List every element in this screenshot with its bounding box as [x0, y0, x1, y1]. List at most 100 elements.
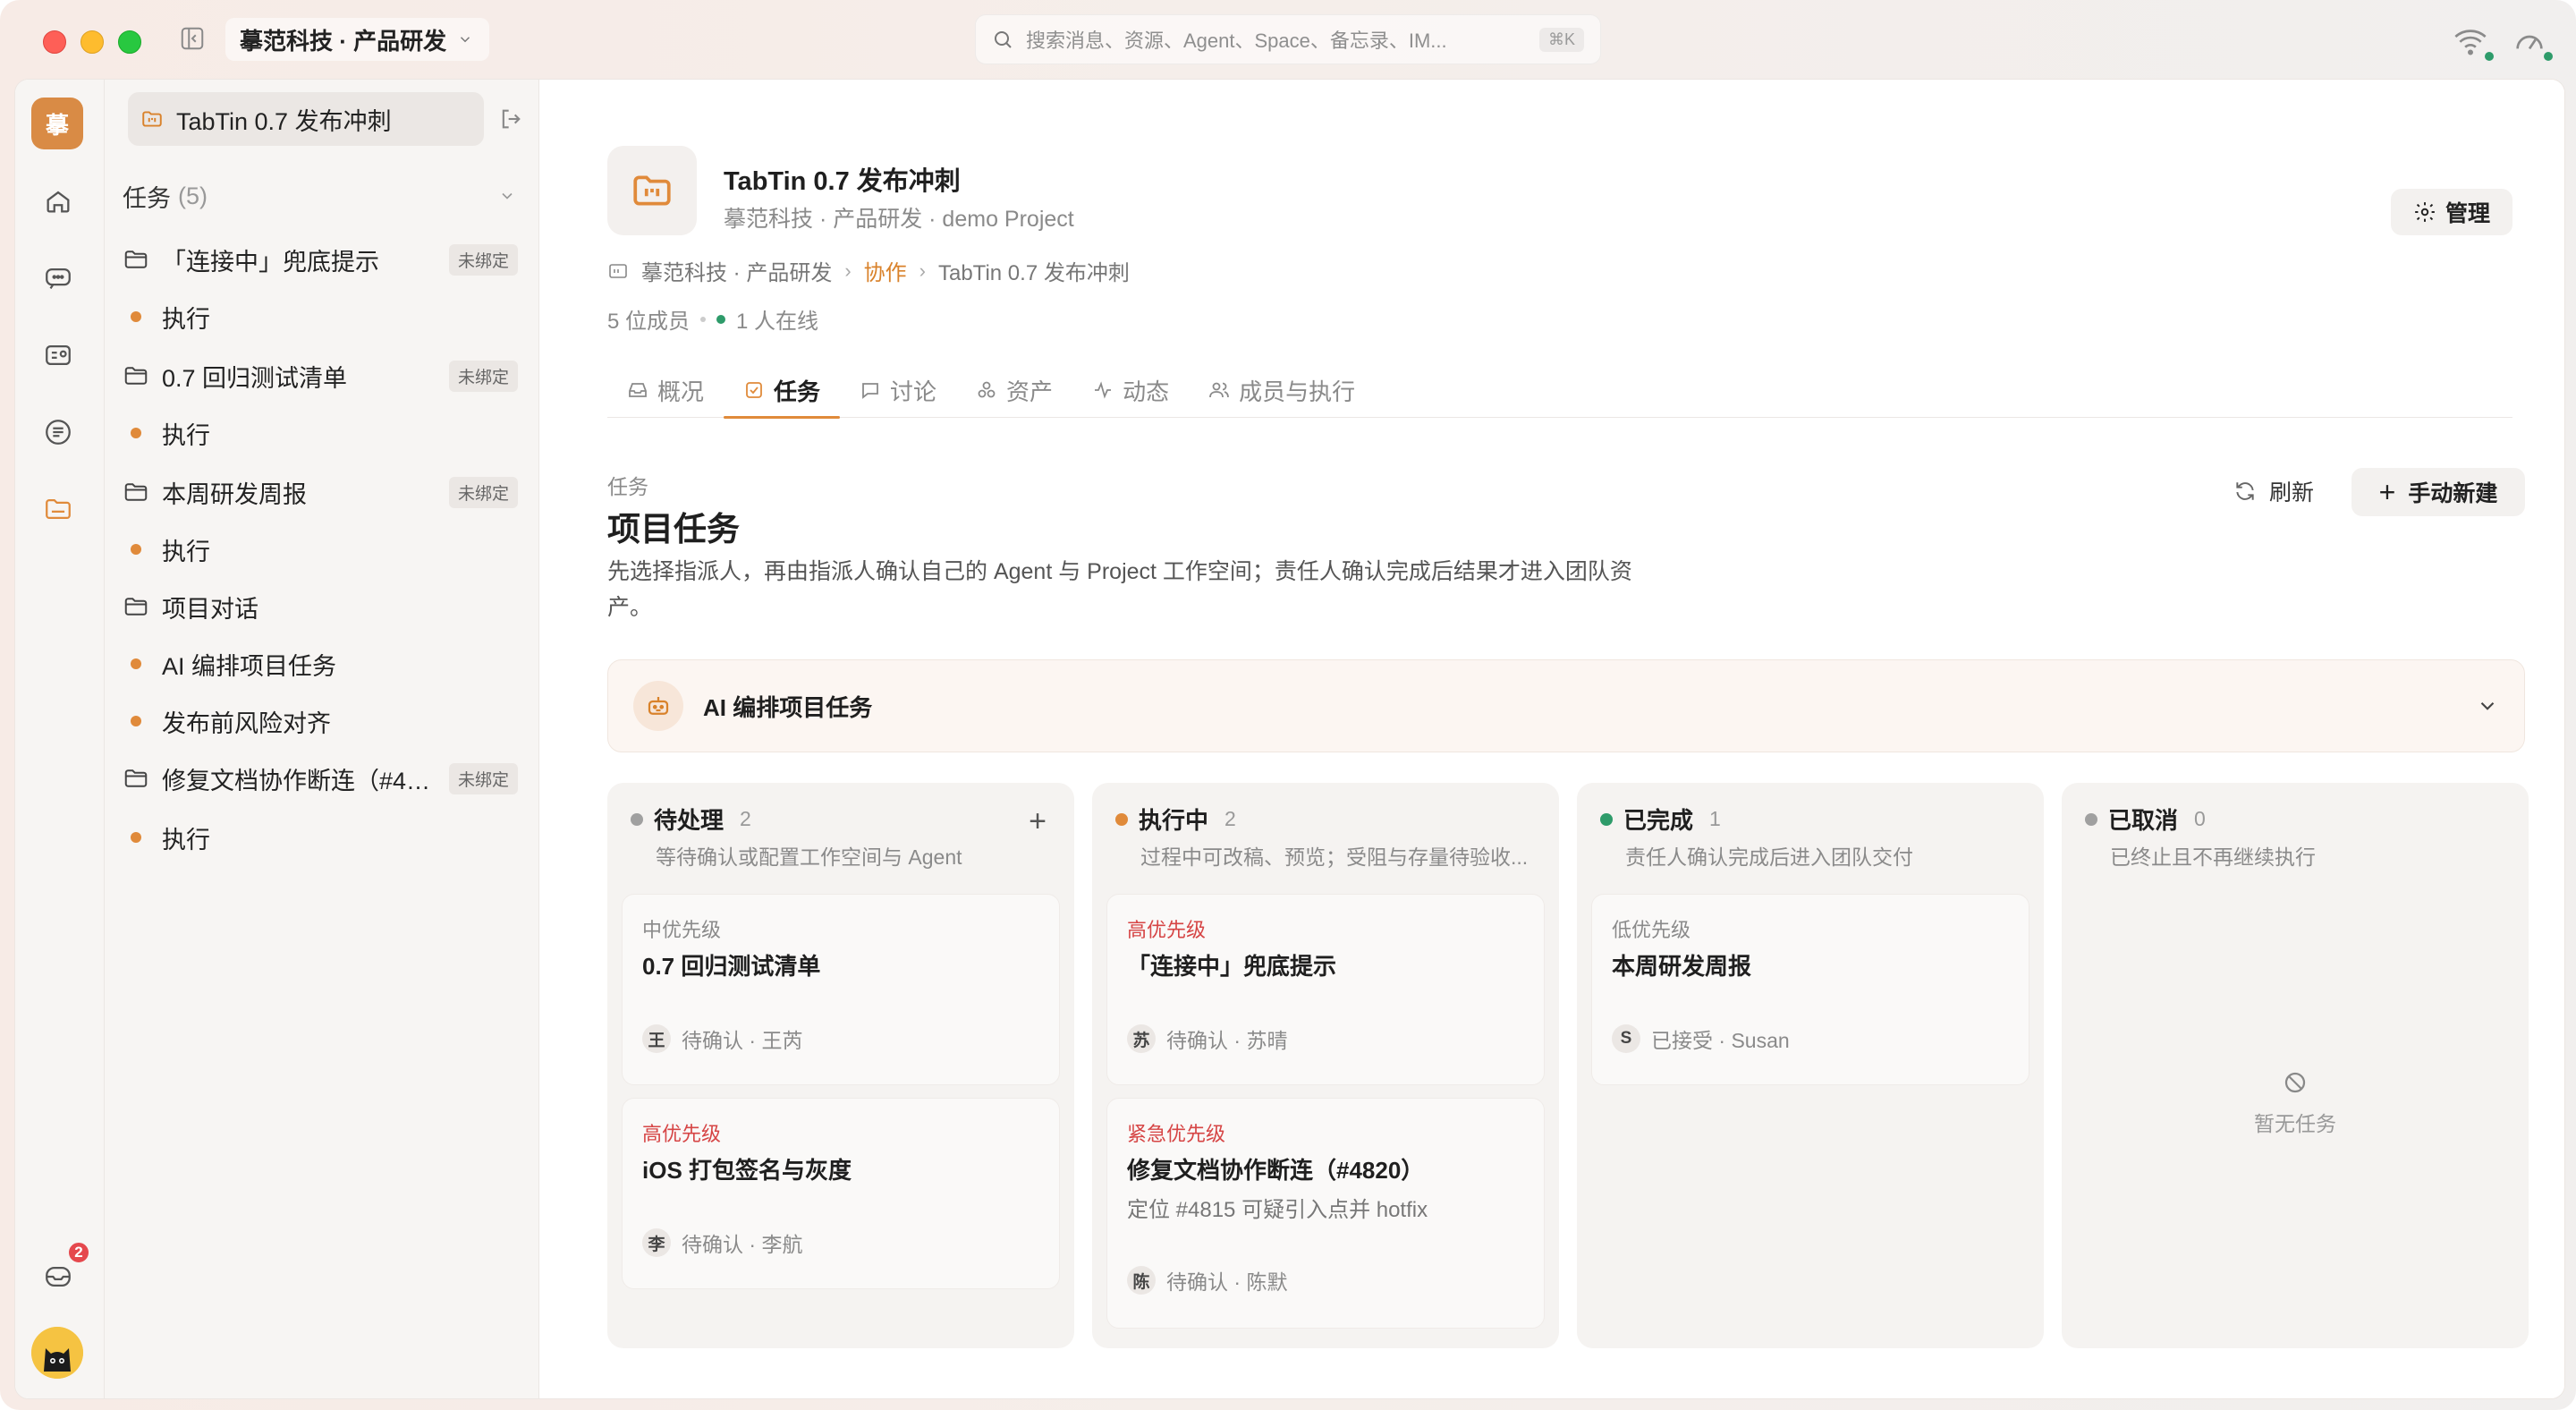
column-count: 1 [1709, 807, 1721, 830]
column-status-dot [1115, 812, 1128, 826]
workspace-switcher[interactable]: 摹范科技 · 产品研发 [225, 18, 490, 61]
home-icon[interactable] [35, 178, 81, 225]
ai-orchestrate-panel[interactable]: AI 编排项目任务 [607, 659, 2525, 752]
manage-button[interactable]: 管理 [2391, 189, 2512, 235]
task-folder-item[interactable]: 「连接中」兜底提示 未绑定 [123, 237, 518, 282]
global-search-input[interactable]: 搜索消息、资源、Agent、Space、备忘录、IM... ⌘K [975, 14, 1601, 64]
task-run-item[interactable]: 发布前风险对齐 [123, 699, 518, 743]
assignee-status: 待确认 · 李航 [682, 1233, 803, 1256]
assignee: 王 待确认 · 王芮 [642, 1024, 802, 1054]
task-folder-item[interactable]: 项目对话 [123, 584, 518, 629]
avatar: 陈 [1127, 1266, 1156, 1295]
inbox-badge: 2 [67, 1241, 90, 1264]
add-task-icon[interactable]: + [1024, 806, 1051, 837]
column-count: 2 [1224, 807, 1236, 830]
new-task-button[interactable]: + 手动新建 [2351, 468, 2525, 516]
task-run-item[interactable]: 执行 [123, 815, 518, 860]
breadcrumb-project: TabTin 0.7 发布冲刺 [937, 261, 1130, 285]
unbound-tag: 未绑定 [448, 476, 518, 508]
members-icon [1209, 382, 1229, 398]
tab-assets-label: 资产 [1006, 378, 1054, 405]
task-run-label: AI 编排项目任务 [162, 652, 337, 680]
tab-tasks[interactable]: 任务 [724, 362, 841, 419]
task-card[interactable]: 紧急优先级 修复文档协作断连（#4820） 定位 #4815 可疑引入点并 ho… [1106, 1098, 1545, 1329]
column-name: 执行中 [1139, 807, 1209, 834]
task-card[interactable]: 中优先级 0.7 回归测试清单 王 待确认 · 王芮 [622, 894, 1060, 1085]
tab-activity-label: 动态 [1123, 378, 1170, 405]
breadcrumb-separator: › [844, 259, 852, 282]
run-status-dot [131, 428, 141, 438]
task-title: iOS 打包签名与灰度 [642, 1157, 852, 1184]
user-avatar[interactable] [31, 1327, 83, 1379]
task-folder-label: 0.7 回归测试清单 [162, 364, 348, 392]
task-folder-item[interactable]: 本周研发周报 未绑定 [123, 470, 518, 514]
breadcrumb-collab[interactable]: 协作 [864, 255, 907, 286]
priority-label: 低优先级 [1612, 919, 1691, 941]
task-title: 本周研发周报 [1612, 953, 1752, 980]
plus-icon: + [2378, 476, 2396, 508]
task-card[interactable]: 高优先级 「连接中」兜底提示 苏 待确认 · 苏晴 [1106, 894, 1545, 1085]
kanban-column-pending: 待处理 2 等待确认或配置工作空间与 Agent + 中优先级 0.7 回归测试… [607, 783, 1074, 1348]
wifi-icon[interactable] [2453, 23, 2488, 59]
column-description: 过程中可改稿、预览；受阻与存量待验收... [1140, 845, 1529, 869]
close-window-button[interactable] [43, 30, 66, 54]
empty-state: 暂无任务 [2062, 1069, 2529, 1137]
tab-discussion-label: 讨论 [890, 378, 937, 405]
tab-activity[interactable]: 动态 [1072, 362, 1189, 418]
zoom-window-button[interactable] [118, 30, 141, 54]
task-folder-item[interactable]: 修复文档协作断连（#4… 未绑定 [123, 756, 518, 801]
member-count[interactable]: 5 位成员 [607, 303, 690, 335]
contacts-icon[interactable] [35, 332, 81, 378]
refresh-icon [2236, 482, 2254, 500]
connection-status-dot [2485, 52, 2494, 61]
column-description: 等待确认或配置工作空间与 Agent [656, 845, 962, 869]
online-dot [716, 314, 726, 324]
projects-icon[interactable] [35, 486, 81, 532]
tab-assets[interactable]: 资产 [956, 362, 1072, 418]
column-header: 已取消 0 [2085, 803, 2206, 836]
manage-label: 管理 [2445, 201, 2490, 226]
column-status-dot [631, 812, 643, 826]
main-panel: TabTin 0.7 发布冲刺 摹范科技 · 产品研发 · demo Proje… [539, 80, 2564, 1398]
workspace-avatar[interactable]: 摹 [31, 98, 83, 149]
gauge-icon[interactable] [2512, 23, 2547, 59]
task-card[interactable]: 低优先级 本周研发周报 S 已接受 · Susan [1591, 894, 2029, 1085]
task-folder-label: 修复文档协作断连（#4… [162, 767, 431, 794]
section-kicker: 任务 [607, 475, 648, 498]
task-run-label: 执行 [162, 305, 210, 333]
tab-members-label: 成员与执行 [1239, 378, 1356, 405]
current-project-item[interactable]: TabTin 0.7 发布冲刺 [128, 92, 484, 146]
assignee-status: 待确认 · 王芮 [682, 1029, 803, 1052]
column-description: 已终止且不再继续执行 [2110, 845, 2316, 869]
kanban-column-in-progress: 执行中 2 过程中可改稿、预览；受阻与存量待验收... 高优先级 「连接中」兜底… [1092, 783, 1559, 1348]
tasks-section-label: 任务 [123, 184, 171, 212]
task-run-item[interactable]: 执行 [123, 527, 518, 572]
task-run-item[interactable]: AI 编排项目任务 [123, 641, 518, 686]
minimize-window-button[interactable] [80, 30, 104, 54]
task-run-item[interactable]: 执行 [123, 294, 518, 339]
prohibited-icon [2284, 1072, 2306, 1093]
breadcrumb-workspace[interactable]: 摹范科技 · 产品研发 [641, 255, 832, 286]
refresh-button[interactable]: 刷新 [2219, 468, 2328, 514]
app-window: 摹范科技 · 产品研发 搜索消息、资源、Agent、Space、备忘录、IM..… [0, 0, 2576, 1410]
task-run-item[interactable]: 执行 [123, 411, 518, 455]
column-name: 已取消 [2108, 807, 2179, 834]
task-folder-label: 本周研发周报 [162, 480, 307, 508]
task-folder-item[interactable]: 0.7 回归测试清单 未绑定 [123, 353, 518, 398]
chevron-down-icon [2480, 701, 2495, 710]
column-description: 责任人确认完成后进入团队交付 [1625, 845, 1913, 869]
sidebar-toggle-icon[interactable] [179, 25, 206, 52]
tab-discussion[interactable]: 讨论 [840, 362, 956, 418]
assignee: 李 待确认 · 李航 [642, 1227, 802, 1258]
tasks-section-header[interactable]: 任务 (5) [123, 176, 516, 216]
exit-project-icon[interactable] [498, 106, 523, 132]
tab-overview[interactable]: 概况 [607, 362, 724, 418]
assignee: S 已接受 · Susan [1612, 1024, 1790, 1054]
task-folder-label: 「连接中」兜底提示 [162, 248, 379, 276]
messages-icon[interactable] [35, 255, 81, 302]
notes-icon[interactable] [35, 409, 81, 455]
tab-members[interactable]: 成员与执行 [1189, 362, 1375, 418]
priority-label: 中优先级 [642, 919, 722, 941]
checkbox-icon [746, 382, 762, 398]
task-card[interactable]: 高优先级 iOS 打包签名与灰度 李 待确认 · 李航 [622, 1098, 1060, 1289]
